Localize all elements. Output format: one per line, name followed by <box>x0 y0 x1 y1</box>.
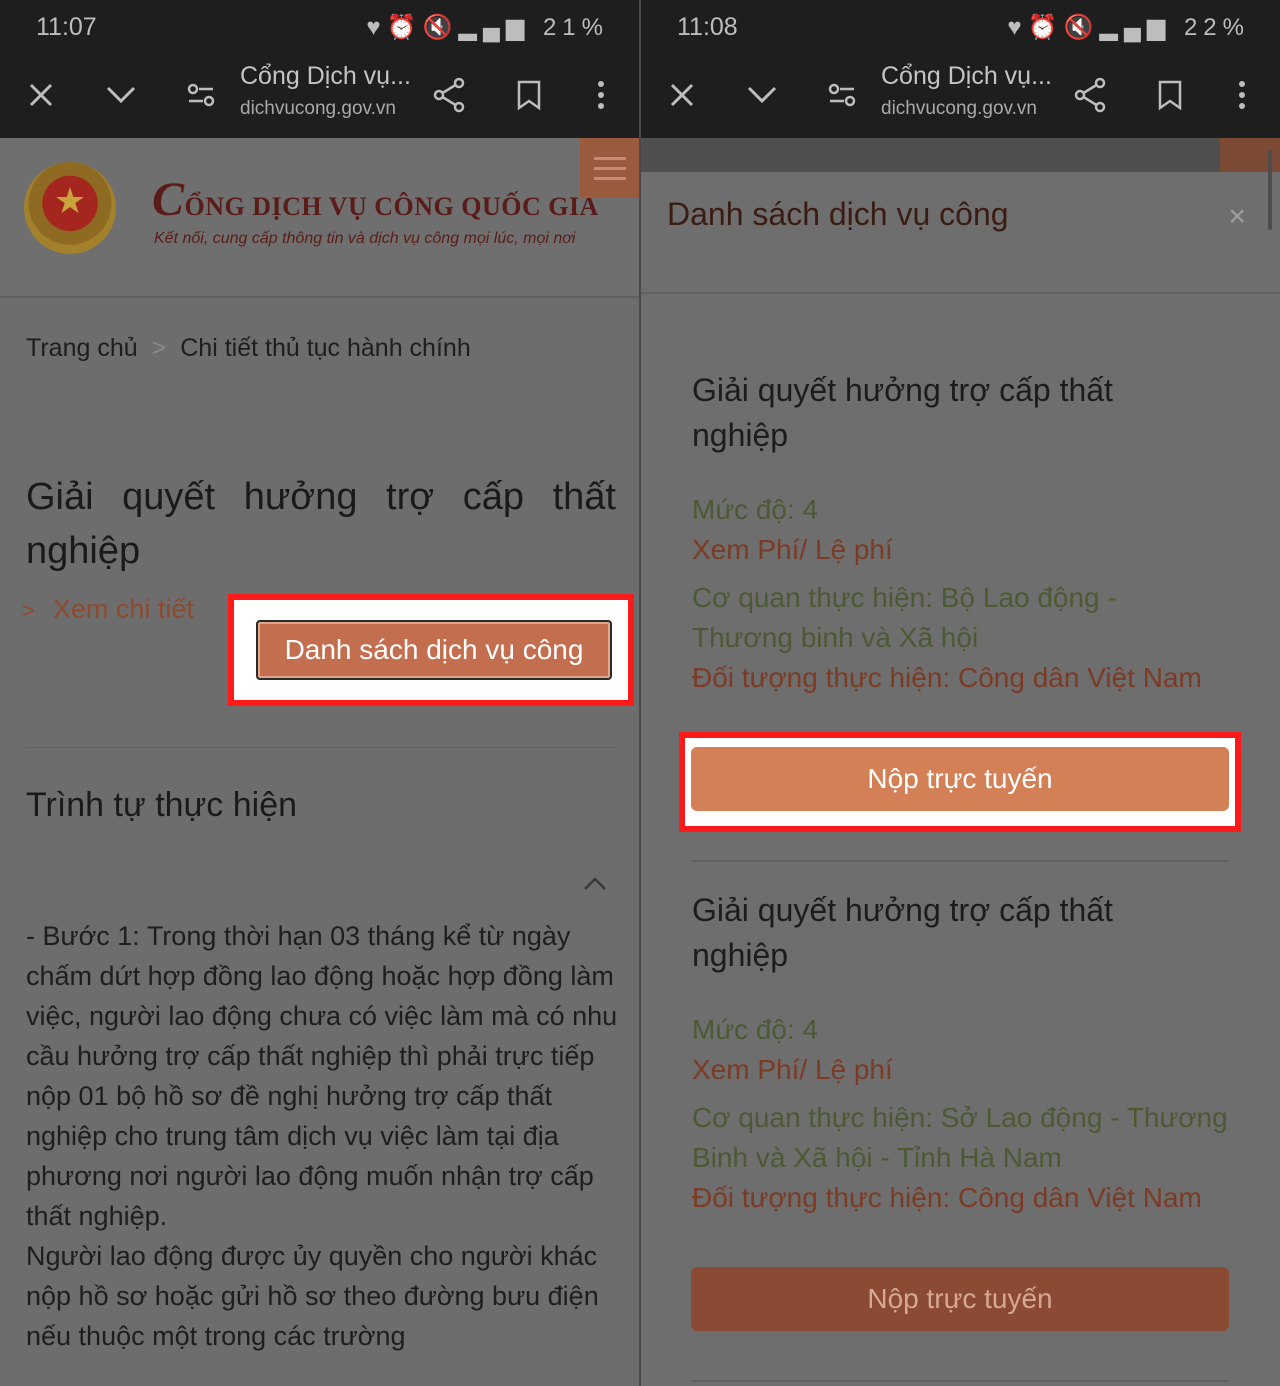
breadcrumb-home[interactable]: Trang chủ <box>26 334 138 362</box>
breadcrumb: Trang chủ > Chi tiết thủ tục hành chính <box>26 334 471 363</box>
site-settings-icon[interactable] <box>817 70 867 120</box>
modal-close-icon[interactable]: × <box>1228 200 1246 234</box>
fee-link[interactable]: Xem Phí/ Lệ phí <box>692 530 1212 570</box>
right-screenshot: 11:08 ♥⏰🔇▂▄▆ 22% Cổng Dịch vụ... dichvuc… <box>641 0 1280 1386</box>
status-icons: ♥⏰🔇▂▄▆ 21% <box>366 13 609 42</box>
chevron-right-icon: > <box>22 598 35 623</box>
site-header: ★ CỔNG DỊCH VỤ CÔNG QUỐC GIA Kết nối, cu… <box>0 138 639 298</box>
browser-toolbar: Cổng Dịch vụ... dichvucong.gov.vn <box>0 56 639 138</box>
page-url[interactable]: dichvucong.gov.vn <box>881 98 1037 120</box>
chevron-up-icon[interactable] <box>582 876 608 897</box>
view-detail-link[interactable]: > Xem chi tiết <box>22 594 194 625</box>
more-options-icon[interactable] <box>576 70 626 120</box>
submit-online-button[interactable]: Nộp trực tuyến <box>691 1267 1229 1331</box>
breadcrumb-separator: > <box>151 334 167 362</box>
bookmark-icon[interactable] <box>504 70 554 120</box>
scrollbar[interactable] <box>1268 150 1272 230</box>
step-paragraph: Người lao động được ủy quyền cho người k… <box>26 1241 599 1351</box>
hamburger-menu-button[interactable] <box>580 138 639 198</box>
divider <box>26 747 616 748</box>
modal-header: Danh sách dịch vụ công × <box>641 172 1280 294</box>
service-target: Đối tượng thực hiện: Công dân Việt Nam <box>692 662 1202 693</box>
service-agency: Cơ quan thực hiện: Sở Lao động - Thương … <box>692 1102 1228 1173</box>
service-agency: Cơ quan thực hiện: Bộ Lao động - Thương … <box>692 582 1117 653</box>
page-title: Cổng Dịch vụ... <box>240 62 411 90</box>
page-url[interactable]: dichvucong.gov.vn <box>240 98 396 120</box>
services-list-button[interactable]: Danh sách dịch vụ công <box>256 620 612 680</box>
close-icon[interactable] <box>657 70 707 120</box>
view-detail-label: Xem chi tiết <box>52 594 194 624</box>
service-level: Mức độ: 4 <box>692 1014 819 1045</box>
site-title[interactable]: CỔNG DỊCH VỤ CÔNG QUỐC GIA <box>152 172 599 227</box>
fee-link[interactable]: Xem Phí/ Lệ phí <box>692 1050 1212 1090</box>
signal-icon: ▂▄▆ <box>1099 14 1172 41</box>
heart-icon: ♥ <box>366 14 387 41</box>
site-subtitle: Kết nối, cung cấp thông tin và dịch vụ c… <box>154 230 576 247</box>
share-icon[interactable] <box>424 70 474 120</box>
services-modal: Danh sách dịch vụ công × Giải quyết hưởn… <box>641 172 1280 1386</box>
modal-title: Danh sách dịch vụ công <box>667 196 1009 232</box>
divider <box>691 1380 1229 1382</box>
status-bar: 11:08 ♥⏰🔇▂▄▆ 22% <box>641 0 1280 56</box>
heart-icon: ♥ <box>1007 14 1028 41</box>
status-time: 11:08 <box>677 13 738 41</box>
step-paragraph: - Bước 1: Trong thời hạn 03 tháng kể từ … <box>26 921 618 1231</box>
close-icon[interactable] <box>16 70 66 120</box>
procedure-title: Giải quyết hưởng trợ cấp thất nghiệp <box>26 476 616 572</box>
service-card-title: Giải quyết hưởng trợ cấp thất nghiệp <box>692 892 1113 973</box>
chevron-down-icon[interactable] <box>96 70 146 120</box>
procedure-steps-text: - Bước 1: Trong thời hạn 03 tháng kể từ … <box>26 916 626 1356</box>
bookmark-icon[interactable] <box>1145 70 1195 120</box>
submit-online-button[interactable]: Nộp trực tuyến <box>691 747 1229 811</box>
site-settings-icon[interactable] <box>176 70 226 120</box>
browser-toolbar: Cổng Dịch vụ... dichvucong.gov.vn <box>641 56 1280 138</box>
share-icon[interactable] <box>1065 70 1115 120</box>
breadcrumb-current: Chi tiết thủ tục hành chính <box>180 334 471 362</box>
status-time: 11:07 <box>36 13 97 41</box>
service-level: Mức độ: 4 <box>692 494 819 525</box>
alarm-icon: ⏰ <box>386 14 423 41</box>
battery-percent: 22% <box>1183 14 1250 41</box>
section-title: Trình tự thực hiện <box>26 786 298 824</box>
chevron-down-icon[interactable] <box>737 70 787 120</box>
national-emblem-logo: ★ <box>24 162 116 254</box>
mute-icon: 🔇 <box>1063 14 1100 41</box>
left-screenshot: 11:07 ♥⏰🔇▂▄▆ 21% Cổng Dịch vụ... dichvuc… <box>0 0 639 1386</box>
service-target: Đối tượng thực hiện: Công dân Việt Nam <box>692 1182 1202 1213</box>
divider <box>691 860 1229 862</box>
status-bar: 11:07 ♥⏰🔇▂▄▆ 21% <box>0 0 639 56</box>
battery-percent: 21% <box>542 14 609 41</box>
service-card-title: Giải quyết hưởng trợ cấp thất nghiệp <box>692 372 1113 453</box>
signal-icon: ▂▄▆ <box>458 14 531 41</box>
page-title: Cổng Dịch vụ... <box>881 62 1052 90</box>
status-icons: ♥⏰🔇▂▄▆ 22% <box>1007 13 1250 42</box>
more-options-icon[interactable] <box>1217 70 1267 120</box>
mute-icon: 🔇 <box>422 14 459 41</box>
alarm-icon: ⏰ <box>1027 14 1064 41</box>
